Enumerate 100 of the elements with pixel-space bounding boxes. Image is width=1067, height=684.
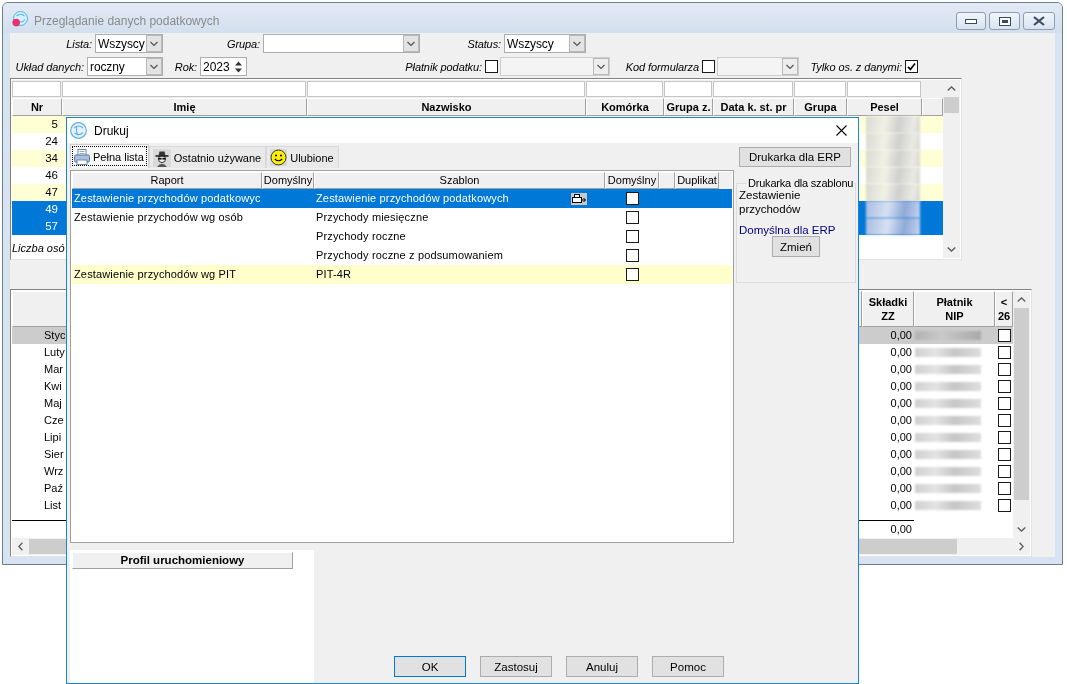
checkbox[interactable] [997, 482, 1011, 495]
vertical-scrollbar[interactable] [943, 80, 960, 258]
cancel-button[interactable]: Anuluj [566, 656, 638, 677]
table-cell[interactable]: 0,00 [862, 395, 914, 412]
combo-box[interactable]: Wszyscy [95, 34, 163, 53]
maximize-button[interactable] [989, 12, 1020, 30]
table-cell[interactable]: 0,00 [862, 480, 914, 497]
filter-field[interactable] [307, 81, 585, 97]
checkbox[interactable] [625, 192, 639, 205]
table-cell[interactable]: 46 [12, 167, 62, 184]
checkbox[interactable] [905, 60, 918, 73]
checkbox[interactable] [997, 448, 1011, 461]
help-button[interactable]: Pomoc [652, 656, 724, 677]
scrollbar-thumb[interactable] [944, 97, 959, 113]
chevron-up-icon[interactable] [947, 86, 956, 91]
chevron-right-icon[interactable] [1019, 542, 1024, 551]
table-row[interactable]: Zestawienie przychodów wg osób Przychody miesięczne [72, 208, 732, 227]
column-header[interactable] [922, 98, 943, 116]
chevron-down-icon[interactable] [146, 35, 162, 52]
table-cell[interactable]: 0,00 [862, 497, 914, 514]
table-cell[interactable]: 0,00 [862, 429, 914, 446]
filter-field[interactable] [794, 81, 846, 97]
close-button[interactable] [1023, 12, 1055, 30]
vertical-scrollbar[interactable] [1013, 291, 1030, 538]
checkbox[interactable] [997, 380, 1011, 393]
checkbox[interactable] [997, 363, 1011, 376]
checkbox[interactable] [625, 249, 639, 262]
column-header[interactable] [659, 172, 675, 189]
table-cell[interactable]: 49 [12, 201, 62, 218]
column-header[interactable]: Imię [62, 98, 307, 116]
column-header[interactable]: Grupa z. [664, 98, 713, 116]
checkbox[interactable] [997, 329, 1011, 342]
column-header[interactable]: Szablon [314, 172, 605, 189]
tab[interactable]: Ulubione [266, 146, 339, 168]
table-cell[interactable]: 0,00 [862, 446, 914, 463]
chevron-down-icon[interactable] [403, 35, 419, 52]
column-header[interactable]: Profil uruchomieniowy [72, 552, 293, 569]
column-header[interactable]: Grupa [794, 98, 847, 116]
scrollbar-thumb[interactable] [1014, 308, 1029, 500]
checkbox[interactable] [625, 268, 639, 281]
chevron-down-icon[interactable] [782, 58, 798, 75]
checkbox[interactable] [485, 60, 498, 73]
column-header[interactable]: Składki ZZ [862, 291, 914, 327]
column-header[interactable]: Domyślny [605, 172, 659, 189]
filter-field[interactable] [62, 81, 306, 97]
checkbox[interactable] [997, 346, 1011, 359]
column-header[interactable]: Data k. st. pr [713, 98, 794, 116]
combo-box[interactable]: roczny [87, 57, 163, 76]
spin-box[interactable]: 2023 [200, 57, 247, 76]
table-cell[interactable]: 34 [12, 150, 62, 167]
minimize-button[interactable] [956, 12, 986, 30]
ok-button[interactable]: OK [394, 656, 466, 677]
table-cell[interactable]: 0,00 [862, 463, 914, 480]
filter-field[interactable] [12, 81, 61, 97]
column-header[interactable]: Raport [72, 172, 262, 189]
column-header[interactable]: Domyślny [262, 172, 314, 189]
filter-field[interactable] [586, 81, 663, 97]
table-cell[interactable]: 5 [12, 116, 62, 133]
table-row[interactable]: Zestawienie przychodów podatkowyc Zestawienie przychodów podatkowych [72, 189, 732, 208]
column-header[interactable]: Płatnik NIP [914, 291, 995, 327]
checkbox[interactable] [997, 431, 1011, 444]
chevron-left-icon[interactable] [18, 542, 23, 551]
table-cell[interactable]: 47 [12, 184, 62, 201]
tab[interactable]: Ostatnio używane [148, 146, 267, 168]
printer-button[interactable]: Drukarka dla ERP [739, 147, 851, 167]
table-cell[interactable]: 0,00 [862, 378, 914, 395]
change-button[interactable]: Zmień [772, 236, 820, 257]
tab[interactable]: Pełna lista [70, 144, 149, 168]
column-header[interactable]: Nazwisko [307, 98, 586, 116]
chevron-down-icon[interactable] [947, 247, 956, 252]
table-cell[interactable]: 57 [12, 218, 62, 235]
checkbox[interactable] [997, 414, 1011, 427]
table-row[interactable]: Przychody roczne z podsumowaniem [72, 246, 732, 265]
checkbox[interactable] [625, 230, 639, 243]
chevron-down-icon[interactable] [593, 58, 609, 75]
table-cell[interactable]: 0,00 [862, 361, 914, 378]
checkbox[interactable] [997, 397, 1011, 410]
combo-box[interactable]: Wszyscy [504, 34, 586, 53]
chevron-down-icon[interactable] [569, 35, 585, 52]
apply-button[interactable]: Zastosuj [480, 656, 552, 677]
filter-field[interactable] [847, 81, 921, 97]
chevron-down-icon[interactable] [1017, 527, 1026, 532]
filter-field[interactable] [713, 81, 793, 97]
column-header[interactable]: Duplikat [675, 172, 719, 189]
column-header[interactable]: Komórka [586, 98, 664, 116]
filter-field[interactable] [664, 81, 712, 97]
chevron-down-icon[interactable] [146, 58, 162, 75]
table-row[interactable]: Zestawienie przychodów wg PIT PIT-4R [72, 265, 732, 284]
table-cell[interactable]: 24 [12, 133, 62, 150]
checkbox[interactable] [702, 60, 715, 73]
spin-arrows-icon[interactable] [234, 59, 243, 74]
table-cell[interactable]: 0,00 [862, 344, 914, 361]
chevron-up-icon[interactable] [1017, 297, 1026, 302]
checkbox[interactable] [625, 211, 639, 224]
table-cell[interactable]: 0,00 [862, 412, 914, 429]
checkbox[interactable] [997, 465, 1011, 478]
table-row[interactable]: Przychody roczne [72, 227, 732, 246]
table-cell[interactable]: 0,00 [862, 327, 914, 344]
column-header[interactable]: < 26 [995, 291, 1013, 327]
column-header[interactable]: Nr [12, 98, 62, 116]
